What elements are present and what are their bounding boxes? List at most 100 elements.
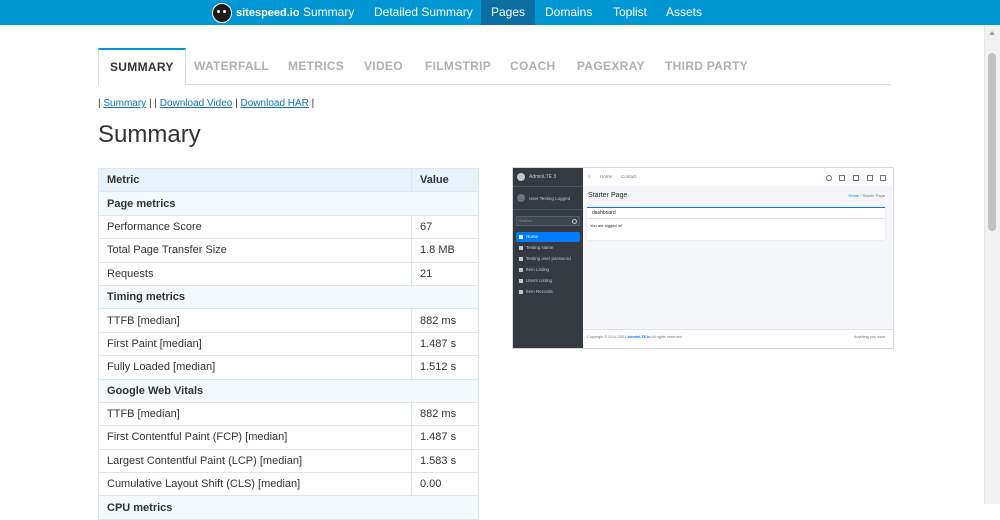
metric-value: 1.8 MB [411, 238, 479, 263]
value-column-header: Value [411, 167, 479, 193]
table-group-row: Timing metrics [98, 284, 479, 310]
table-header-row: Metric Value [98, 167, 479, 193]
metric-value: 882 ms [411, 401, 479, 427]
table-group-row: CPU metrics [98, 495, 479, 520]
screenshot-top-link: Contact [621, 174, 637, 179]
screenshot-sidebar-item: Testing Name [516, 243, 580, 253]
screenshot-sidebar-item: Item Records [516, 287, 580, 297]
screenshot-top-link: Home [600, 174, 613, 179]
adminlte-logo-icon [517, 173, 525, 181]
screenshot-user-panel: User Testing Logged [513, 187, 583, 210]
tab-metrics[interactable]: METRICS [288, 48, 344, 84]
table-row: TTFB [median] 882 ms [98, 401, 479, 427]
table-row: Requests 21 [98, 261, 479, 286]
table-row: First Paint [median] 1.487 s [98, 331, 479, 357]
download-video-link[interactable]: Download Video [160, 98, 233, 109]
table-row: Performance Score 67 [98, 214, 479, 240]
metric-value: 1.583 s [411, 448, 479, 474]
group-label: Timing metrics [98, 284, 479, 310]
search-icon [826, 175, 832, 181]
vertical-scrollbar[interactable] [984, 25, 1000, 504]
table-row: TTFB [median] 882 ms [98, 308, 479, 333]
page-screenshot[interactable]: AdminLTE 3 User Testing Logged Search Ho… [512, 167, 894, 349]
screenshot-search: Search [516, 216, 580, 226]
nav-pages[interactable]: Pages [481, 0, 536, 25]
metric-name: Total Page Transfer Size [98, 238, 412, 263]
metric-value: 0.00 [411, 472, 479, 497]
screenshot-sidebar-item: Item Listing [516, 265, 580, 275]
tab-video[interactable]: VIDEO [364, 48, 403, 84]
metric-name: First Contentful Paint (FCP) [median] [98, 425, 412, 450]
hamburger-icon: ≡ [588, 174, 591, 179]
metric-value: 21 [411, 261, 479, 286]
tab-pagexray[interactable]: PAGEXRAY [577, 48, 645, 84]
nav-detailed-summary[interactable]: Detailed Summary [364, 0, 483, 25]
scroll-up-arrow-icon[interactable] [989, 31, 995, 35]
download-links: | Summary | | Download Video | Download … [98, 98, 315, 109]
download-har-link[interactable]: Download HAR [241, 98, 309, 109]
metric-value: 1.487 s [411, 331, 479, 357]
top-navbar: sitespeed.io Summary Detailed Summary Pa… [0, 0, 1000, 25]
tab-coach[interactable]: COACH [510, 48, 556, 84]
nav-toplist[interactable]: Toplist [603, 0, 657, 25]
table-row: First Contentful Paint (FCP) [median] 1.… [98, 425, 479, 450]
screenshot-sidebar: AdminLTE 3 User Testing Logged Search Ho… [513, 168, 583, 348]
page-title: Summary [98, 121, 201, 148]
metric-name: Largest Contentful Paint (LCP) [median] [98, 448, 412, 474]
screenshot-topbar: ≡ Home Contact [583, 168, 893, 187]
grid-icon [880, 175, 886, 181]
tab-third-party[interactable]: THIRD PARTY [665, 48, 748, 84]
screenshot-user-name: User Testing Logged [529, 195, 571, 201]
screenshot-breadcrumb: Home / Starter Page [848, 193, 885, 198]
table-row: Cumulative Layout Shift (CLS) [median] 0… [98, 472, 479, 497]
scrollbar-thumb[interactable] [988, 53, 996, 231]
screenshot-sidebar-item: Home [516, 232, 580, 242]
metric-value: 882 ms [411, 308, 479, 333]
screenshot-card-body: You are logged in! [590, 223, 623, 228]
nav-summary[interactable]: Summary [293, 0, 364, 25]
screenshot-footer-right: Anything you want [853, 335, 885, 339]
nav-domains[interactable]: Domains [535, 0, 602, 25]
metric-value: 1.487 s [411, 425, 479, 450]
summary-metrics-table: Metric Value Page metrics Performance Sc… [98, 167, 479, 520]
metric-name: First Paint [median] [98, 331, 412, 357]
screenshot-card: dashboard You are logged in! [587, 207, 885, 240]
screenshot-footer: Copyright © 2014-2021 AdminLTE.io All ri… [583, 329, 893, 348]
comments-icon [839, 175, 845, 181]
metric-name: Requests [98, 261, 412, 286]
screenshot-card-title: dashboard [587, 208, 885, 219]
table-group-row: Google Web Vitals [98, 378, 479, 403]
brand-name: sitespeed.io [236, 6, 300, 19]
table-group-row: Page metrics [98, 191, 479, 216]
metric-column-header: Metric [98, 167, 412, 193]
screenshot-brand: AdminLTE 3 [513, 168, 583, 187]
tab-filmstrip[interactable]: FILMSTRIP [425, 48, 491, 84]
tab-summary[interactable]: SUMMARY [98, 48, 186, 86]
metric-name: TTFB [median] [98, 308, 412, 333]
screenshot-brand-text: AdminLTE 3 [529, 174, 557, 180]
tab-waterfall[interactable]: WATERFALL [194, 48, 269, 84]
user-avatar-icon [517, 194, 525, 202]
brand-link[interactable]: sitespeed.io [212, 0, 300, 25]
sitespeed-logo-icon [212, 2, 232, 23]
page-tabs: SUMMARY WATERFALL METRICS VIDEO FILMSTRI… [98, 48, 891, 86]
screenshot-sidebar-item: Users Listing [516, 276, 580, 286]
metric-name: Performance Score [98, 214, 412, 240]
table-row: Largest Contentful Paint (LCP) [median] … [98, 448, 479, 474]
table-row: Fully Loaded [median] 1.512 s [98, 355, 479, 380]
screenshot-footer-left: Copyright © 2014-2021 AdminLTE.io All ri… [587, 335, 683, 339]
metric-name: Fully Loaded [median] [98, 355, 412, 380]
screenshot-heading: Starter Page [588, 192, 628, 199]
metric-value: 1.512 s [411, 355, 479, 380]
group-label: CPU metrics [98, 495, 479, 520]
nav-assets[interactable]: Assets [656, 0, 712, 25]
bell-icon [853, 175, 859, 181]
table-row: Total Page Transfer Size 1.8 MB [98, 238, 479, 263]
group-label: Page metrics [98, 191, 479, 216]
metric-name: TTFB [median] [98, 401, 412, 427]
screenshot-sidebar-item: Testing user password [516, 254, 580, 264]
metric-value: 67 [411, 214, 479, 240]
summary-link[interactable]: Summary [103, 98, 146, 109]
expand-icon [867, 175, 873, 181]
metric-name: Cumulative Layout Shift (CLS) [median] [98, 472, 412, 497]
